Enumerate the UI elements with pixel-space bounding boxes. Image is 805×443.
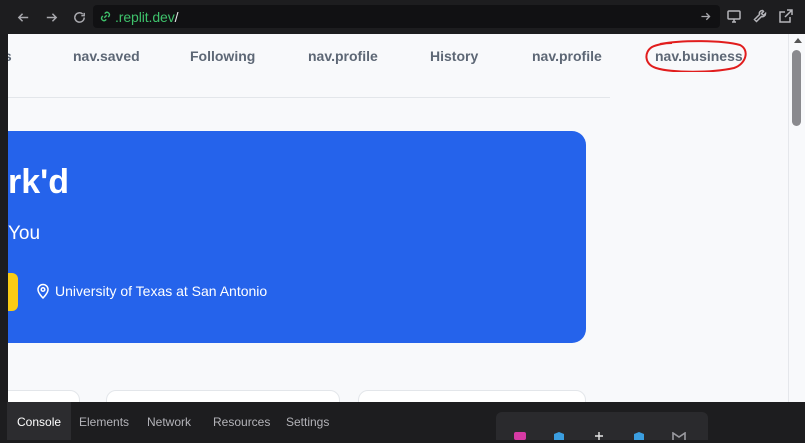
scroll-thumb[interactable] [792, 50, 801, 126]
location-label: University of Texas at San Antonio [36, 283, 267, 299]
address-bar[interactable]: .replit.dev / [93, 5, 720, 28]
scroll-up-arrow-icon[interactable] [794, 38, 802, 43]
location-text: University of Texas at San Antonio [55, 283, 268, 299]
nav-item-history[interactable]: History [430, 48, 478, 64]
hero-subtitle: You [8, 223, 41, 244]
top-nav [8, 34, 610, 98]
hero-banner: rk'd You University of Texas at San Anto… [8, 131, 586, 343]
browser-toolbar: .replit.dev / [0, 0, 805, 34]
map-pin-icon [37, 283, 49, 299]
back-icon[interactable] [10, 4, 36, 30]
url-path: / [174, 8, 179, 25]
go-arrow-icon[interactable] [699, 10, 712, 23]
tab-console[interactable]: Console [7, 402, 72, 440]
nav-item-saved[interactable]: nav.saved [73, 48, 140, 64]
highlight-annotation [645, 40, 747, 72]
link-icon [100, 11, 111, 22]
app-icon-blue[interactable] [552, 432, 566, 440]
open-external-icon[interactable] [778, 8, 794, 24]
device-preview-icon[interactable] [726, 8, 742, 24]
wrench-icon[interactable] [752, 8, 768, 24]
hero-title: rk'd [8, 163, 69, 201]
tab-network[interactable]: Network [137, 402, 201, 440]
reload-icon[interactable] [66, 4, 92, 30]
tab-resources[interactable]: Resources [203, 402, 280, 440]
page-scrollbar[interactable] [788, 34, 805, 402]
content-card[interactable] [358, 390, 586, 402]
app-icon-pink[interactable] [514, 432, 528, 440]
forward-icon[interactable] [38, 4, 64, 30]
content-card[interactable] [8, 390, 80, 402]
app-icon-blue-2[interactable] [632, 432, 646, 440]
sparkle-icon[interactable] [592, 432, 606, 440]
nav-item-profile[interactable]: nav.profile [308, 48, 378, 64]
content-card[interactable] [106, 390, 340, 402]
tab-settings[interactable]: Settings [276, 402, 339, 440]
nav-item-partial[interactable]: ls [8, 48, 12, 64]
url-host: .replit.dev [115, 8, 175, 25]
app-icon-gray[interactable] [672, 432, 686, 440]
floating-dock [496, 412, 708, 440]
tab-elements[interactable]: Elements [69, 402, 139, 440]
page-viewport: ls nav.saved Following nav.profile Histo… [8, 34, 788, 402]
nav-item-profile-2[interactable]: nav.profile [532, 48, 602, 64]
hero-cta-button[interactable] [8, 273, 18, 311]
nav-item-following[interactable]: Following [190, 48, 255, 64]
